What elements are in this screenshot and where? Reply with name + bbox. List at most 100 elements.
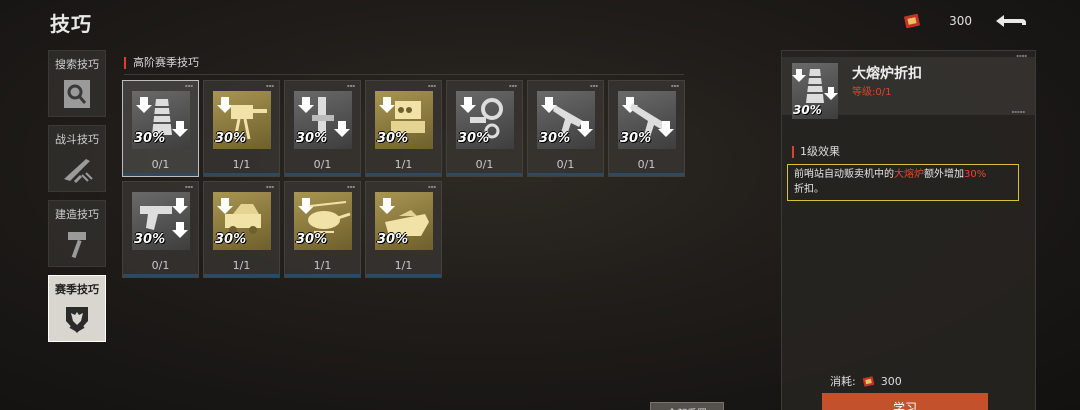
- skill-card-turret[interactable]: ▪▪▪ 30% 1/1: [203, 80, 280, 177]
- skill-level: 0/1: [151, 259, 170, 272]
- card-serial-mark: ▪▪▪: [265, 83, 274, 88]
- detail-thumbnail: 30%: [792, 63, 838, 119]
- discount-percent: 30%: [377, 131, 409, 146]
- sidebar-item-search[interactable]: 搜索技巧: [48, 50, 106, 117]
- discount-percent: 30%: [539, 131, 571, 146]
- sidebar-item-label: 建造技巧: [55, 208, 99, 221]
- currency-display: 300: [903, 12, 972, 30]
- currency-amount: 300: [949, 14, 972, 28]
- search-skill-icon: [64, 80, 90, 108]
- skill-grid: ▪▪▪ 30% 0/1 ▪▪▪ 30% 1/1 ▪▪▪ 30% 0/1 ▪▪▪ …: [122, 80, 685, 278]
- skill-card-boat[interactable]: ▪▪▪ 30% 1/1: [365, 181, 442, 278]
- reset-all-button[interactable]: 全部重置: [650, 402, 724, 410]
- sidebar-item-label: 战斗技巧: [55, 133, 99, 146]
- card-serial-mark: ▪▪▪: [427, 184, 436, 189]
- skill-thumbnail: 30%: [294, 192, 352, 250]
- discount-percent: 30%: [620, 131, 652, 146]
- card-serial-mark: ▪▪▪: [670, 83, 679, 88]
- effect-text: 额外增加: [924, 169, 964, 180]
- cost-display: 消耗: 300: [830, 373, 902, 389]
- learn-button[interactable]: 学习: [822, 393, 988, 410]
- discount-percent: 30%: [215, 232, 247, 247]
- card-progress-bar: [123, 274, 198, 277]
- discount-percent: 30%: [215, 131, 247, 146]
- skill-level: 0/1: [556, 158, 575, 171]
- card-serial-mark: ▪▪▪: [184, 83, 193, 88]
- skill-card-grinder[interactable]: ▪▪▪ 30% 0/1: [446, 80, 523, 177]
- skill-thumbnail: 30%: [537, 91, 595, 149]
- skill-level: 0/1: [475, 158, 494, 171]
- card-serial-mark: ▪▪▪: [346, 83, 355, 88]
- skill-card-rifle[interactable]: ▪▪▪ 30% 0/1: [608, 80, 685, 177]
- card-progress-bar: [366, 274, 441, 277]
- card-serial-mark: ▪▪▪: [265, 184, 274, 189]
- card-serial-mark: ▪▪▪: [184, 184, 193, 189]
- card-serial-mark: ▪▪▪: [346, 184, 355, 189]
- discount-percent: 30%: [458, 131, 490, 146]
- sidebar-item-season[interactable]: 赛季技巧: [48, 275, 106, 342]
- sidebar-item-label: 搜索技巧: [55, 58, 99, 71]
- skill-level: 0/1: [313, 158, 332, 171]
- section-divider: [124, 74, 684, 75]
- detail-panel: ▪▪▪▪ 30% 大熔炉折扣 等级:0/1 ▪▪▪▪▪ 1级效果 前哨站自动贩卖…: [781, 50, 1036, 410]
- skill-card-smg[interactable]: ▪▪▪ 30% 0/1: [527, 80, 604, 177]
- page-title: 技巧: [50, 12, 92, 36]
- effect-description: 前哨站自动贩卖机中的大熔炉额外增加30% 折扣。: [787, 164, 1019, 201]
- discount-percent: 30%: [296, 232, 328, 247]
- skill-thumbnail: 30%: [132, 192, 190, 250]
- discount-percent: 30%: [296, 131, 328, 146]
- skill-card-helicopter[interactable]: ▪▪▪ 30% 1/1: [284, 181, 361, 278]
- card-progress-bar: [204, 274, 279, 277]
- section-title: 高阶赛季技巧: [124, 57, 199, 69]
- skill-thumbnail: 30%: [375, 91, 433, 149]
- card-progress-bar: [123, 173, 198, 176]
- skill-thumbnail: 30%: [132, 91, 190, 149]
- effect-text: 前哨站自动贩卖机中的: [794, 169, 894, 180]
- cost-label: 消耗:: [830, 375, 856, 388]
- effect-text: 折扣。: [794, 184, 824, 195]
- skill-thumbnail: 30%: [618, 91, 676, 149]
- card-progress-bar: [528, 173, 603, 176]
- card-serial-mark: ▪▪▪: [508, 83, 517, 88]
- skill-name: 大熔炉折扣: [852, 66, 922, 82]
- skill-card-vehicle[interactable]: ▪▪▪ 30% 1/1: [203, 181, 280, 278]
- card-progress-bar: [285, 173, 360, 176]
- skill-level: 1/1: [394, 158, 413, 171]
- discount-percent: 30%: [377, 232, 409, 247]
- card-progress-bar: [609, 173, 684, 176]
- card-serial-mark: ▪▪▪: [589, 83, 598, 88]
- effect-title: 1级效果: [792, 146, 840, 158]
- ticket-icon: [862, 375, 874, 387]
- effect-highlight-item: 大熔炉: [894, 169, 924, 180]
- skill-card-tool[interactable]: ▪▪▪ 30% 0/1: [284, 80, 361, 177]
- skill-thumbnail: 30%: [375, 192, 433, 250]
- skill-level: 0/1: [151, 158, 170, 171]
- card-progress-bar: [366, 173, 441, 176]
- card-progress-bar: [285, 274, 360, 277]
- discount-percent: 30%: [134, 131, 166, 146]
- card-progress-bar: [204, 173, 279, 176]
- skill-level: 1/1: [232, 158, 251, 171]
- skill-thumbnail: 30%: [213, 192, 271, 250]
- skill-card-pistol[interactable]: ▪▪▪ 30% 0/1: [122, 181, 199, 278]
- skill-card-furnace[interactable]: ▪▪▪ 30% 0/1: [122, 80, 199, 177]
- sidebar: 搜索技巧 战斗技巧 建造技巧 赛季技巧: [48, 50, 108, 350]
- skill-level: 1/1: [394, 259, 413, 272]
- skill-level: 1/1: [232, 259, 251, 272]
- hammer-icon: [68, 232, 86, 259]
- skill-card-launcher[interactable]: ▪▪▪ 30% 1/1: [365, 80, 442, 177]
- discount-percent: 30%: [134, 232, 166, 247]
- sidebar-item-build[interactable]: 建造技巧: [48, 200, 106, 267]
- card-serial-mark: ▪▪▪: [427, 83, 436, 88]
- skill-level: 0/1: [637, 158, 656, 171]
- skill-thumbnail: 30%: [456, 91, 514, 149]
- sidebar-item-label: 赛季技巧: [55, 283, 99, 296]
- skill-level-label: 等级:0/1: [852, 87, 892, 98]
- skill-thumbnail: 30%: [294, 91, 352, 149]
- card-progress-bar: [447, 173, 522, 176]
- panel-fine-print: ▪▪▪▪▪: [1011, 109, 1025, 114]
- skill-level: 1/1: [313, 259, 332, 272]
- sidebar-item-combat[interactable]: 战斗技巧: [48, 125, 106, 192]
- cost-amount: 300: [880, 374, 902, 388]
- back-icon[interactable]: [992, 10, 1028, 30]
